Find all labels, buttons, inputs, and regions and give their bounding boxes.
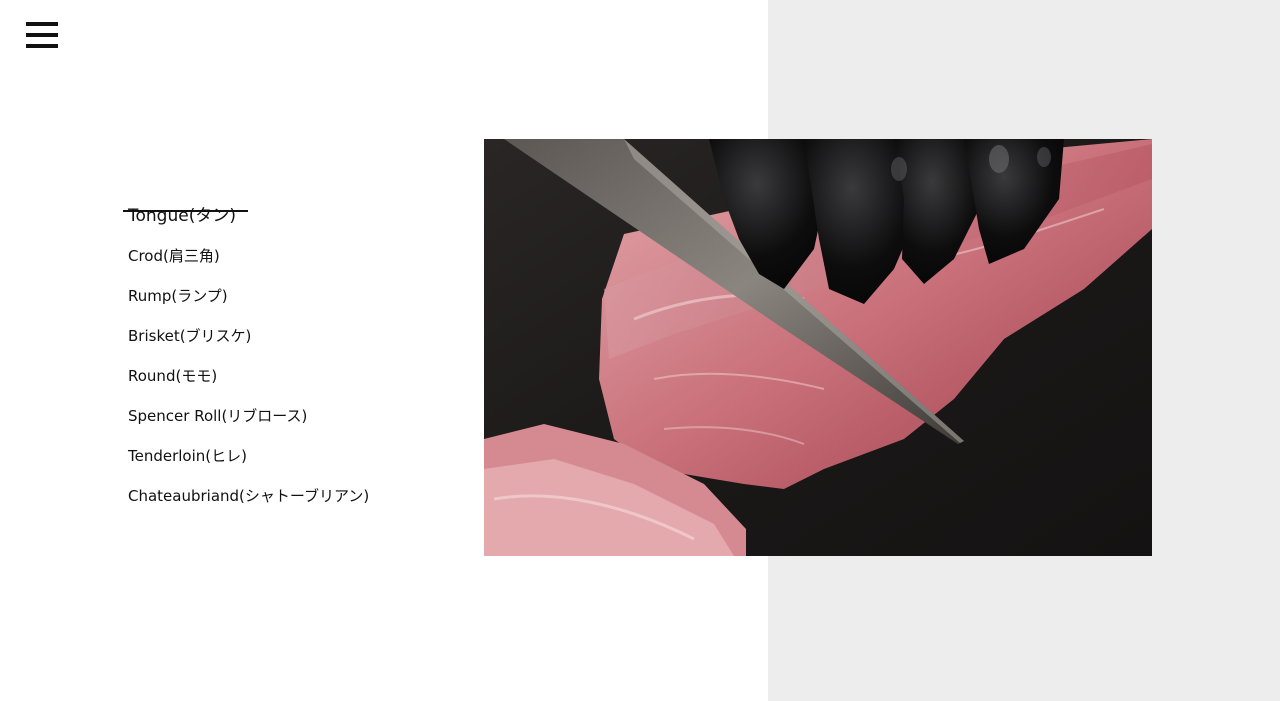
cut-item-brisket[interactable]: Brisket(ブリスケ) [128, 316, 369, 356]
meat-cutting-photo [484, 139, 1152, 556]
cut-item-label: Tongue(タン) [128, 206, 236, 226]
beef-cut-list: Tongue(タン) Crod(肩三角) Rump(ランプ) Brisket(ブ… [123, 196, 369, 516]
cut-item-label: Brisket(ブリスケ) [128, 327, 252, 345]
cut-item-label: Tenderloin(ヒレ) [128, 447, 247, 465]
cut-item-spencer-roll[interactable]: Spencer Roll(リブロース) [128, 396, 369, 436]
menu-bar-top [26, 22, 58, 26]
cut-item-crod[interactable]: Crod(肩三角) [128, 236, 369, 276]
cut-item-label: Chateaubriand(シャトーブリアン) [128, 487, 370, 505]
cut-item-round[interactable]: Round(モモ) [128, 356, 369, 396]
cut-item-tenderloin[interactable]: Tenderloin(ヒレ) [128, 436, 369, 476]
cut-item-rump[interactable]: Rump(ランプ) [128, 276, 369, 316]
menu-bar-bottom [26, 44, 58, 48]
cut-item-chateaubriand[interactable]: Chateaubriand(シャトーブリアン) [128, 476, 369, 516]
cut-item-label: Spencer Roll(リブロース) [128, 407, 308, 425]
cut-item-label: Crod(肩三角) [128, 247, 220, 265]
strikethrough-line [123, 210, 248, 212]
menu-bar-middle [26, 33, 58, 37]
cut-item-label: Round(モモ) [128, 367, 218, 385]
page: Tongue(タン) Crod(肩三角) Rump(ランプ) Brisket(ブ… [0, 0, 1280, 701]
cut-item-label: Rump(ランプ) [128, 287, 228, 305]
hamburger-menu-icon[interactable] [26, 20, 58, 50]
cut-item-tongue[interactable]: Tongue(タン) [123, 196, 369, 236]
meat-cutting-illustration [484, 139, 1152, 556]
